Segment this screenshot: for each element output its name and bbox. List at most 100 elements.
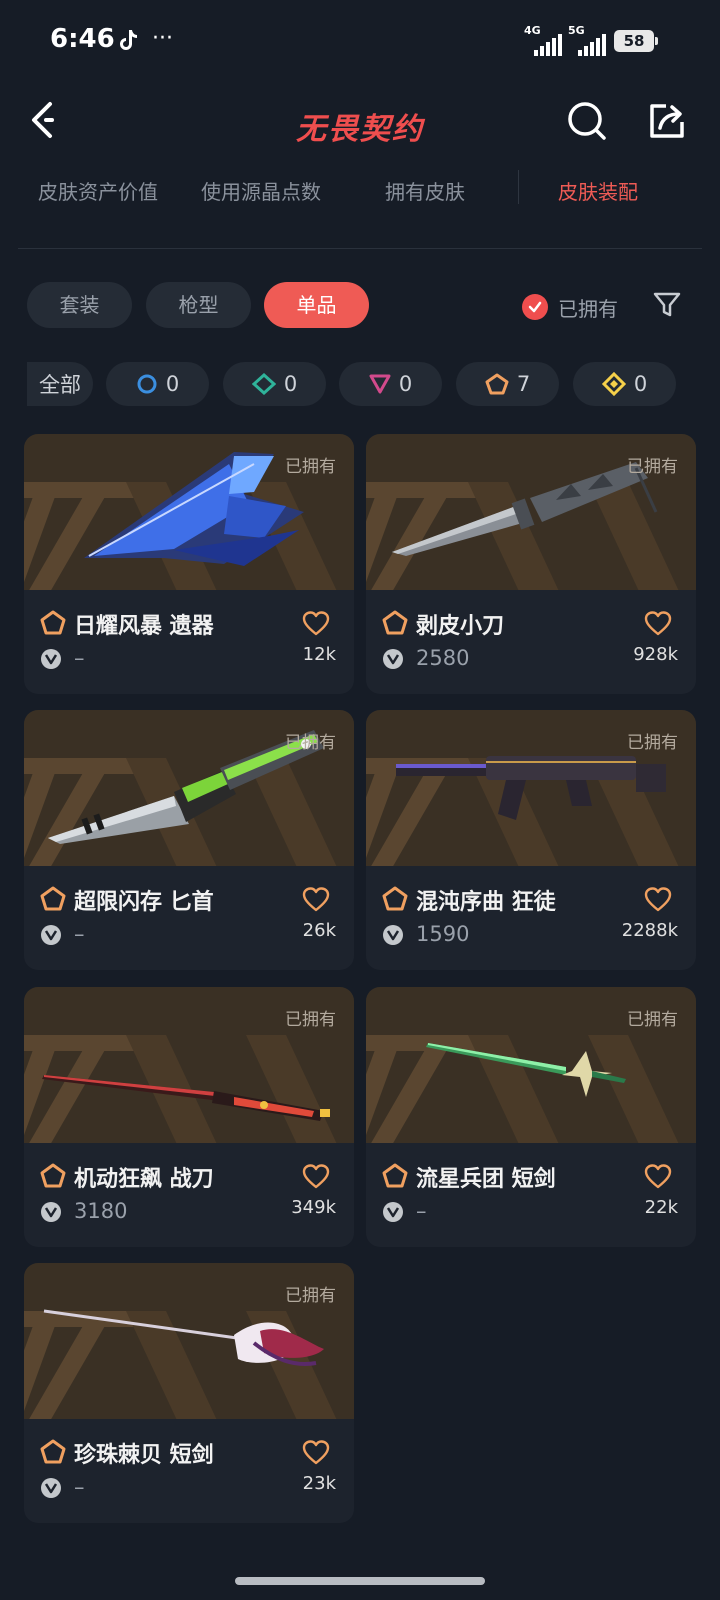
exclusive-tier-icon <box>40 610 66 635</box>
tier-count: 0 <box>283 372 298 396</box>
skin-price: – <box>74 1475 85 1499</box>
skin-price: – <box>74 922 85 946</box>
owned-label: 已拥有 <box>285 733 336 753</box>
skin-price: – <box>74 646 85 670</box>
owned-label: 已拥有 <box>627 733 678 753</box>
owned-toggle[interactable]: 已拥有 <box>522 292 618 322</box>
heart-icon[interactable] <box>302 1439 330 1467</box>
skin-card[interactable]: 已拥有 日耀风暴 遗器 – 12k <box>24 434 354 694</box>
skin-name: 混沌序曲 狂徒 <box>416 890 556 915</box>
skin-image: 已拥有 <box>24 710 354 866</box>
exclusive-tier-icon <box>382 610 408 635</box>
skin-card[interactable]: 已拥有 剥皮小刀 2580 928k <box>366 434 696 694</box>
search-icon[interactable] <box>566 100 608 142</box>
app-header: 无畏契约 <box>0 84 720 160</box>
owned-label: 已拥有 <box>285 1286 336 1306</box>
tier-all[interactable]: 全部 <box>27 362 93 406</box>
heart-icon[interactable] <box>302 1163 330 1191</box>
tier-count: 0 <box>633 372 648 396</box>
heart-icon[interactable] <box>302 610 330 638</box>
like-count: 22k <box>644 1197 678 1218</box>
exclusive-tier-icon <box>382 886 408 911</box>
owned-label: 已拥有 <box>627 457 678 477</box>
skin-image: 已拥有 <box>24 987 354 1143</box>
valorant-points-icon <box>41 1202 61 1222</box>
tier-count: 0 <box>165 372 180 396</box>
notification-dots: ··· <box>152 26 173 51</box>
skin-image: 已拥有 <box>366 710 696 866</box>
skin-name: 机动狂飙 战刀 <box>74 1167 214 1192</box>
exclusive-tier-icon <box>40 1439 66 1464</box>
tier-select[interactable]: 0 <box>106 362 209 406</box>
owned-label: 已拥有 <box>627 1010 678 1030</box>
skin-name: 超限闪存 匕首 <box>74 890 214 915</box>
deluxe-tier-icon <box>251 373 276 395</box>
ultra-tier-icon <box>601 372 626 396</box>
skin-name: 珍珠棘贝 短剑 <box>74 1443 214 1468</box>
tab-owned-skins[interactable]: 拥有皮肤 <box>385 176 465 205</box>
skin-card[interactable]: 已拥有 珍珠棘贝 短剑 – 23k <box>24 1263 354 1523</box>
skin-image: 已拥有 <box>24 1263 354 1419</box>
valorant-points-icon <box>383 925 403 945</box>
valorant-points-icon <box>41 1478 61 1498</box>
skin-price: 1590 <box>416 922 470 946</box>
exclusive-tier-icon <box>382 1163 408 1188</box>
tier-exclusive[interactable]: 7 <box>456 362 559 406</box>
filter-icon[interactable] <box>652 290 682 320</box>
skin-image: 已拥有 <box>366 434 696 590</box>
tab-radianite-points[interactable]: 使用源晶点数 <box>201 176 321 205</box>
skin-card[interactable]: 已拥有 流星兵团 短剑 – 22k <box>366 987 696 1247</box>
home-indicator[interactable] <box>235 1577 485 1585</box>
exclusive-tier-icon <box>40 886 66 911</box>
heart-icon[interactable] <box>644 1163 672 1191</box>
heart-icon[interactable] <box>644 610 672 638</box>
chip-bundle[interactable]: 套装 <box>27 282 132 328</box>
owned-label: 已拥有 <box>285 457 336 477</box>
tab-skin-loadout[interactable]: 皮肤装配 <box>558 176 638 205</box>
like-count: 26k <box>302 920 336 941</box>
skin-name: 日耀风暴 遗器 <box>74 614 214 639</box>
skin-image: 已拥有 <box>24 434 354 590</box>
skin-image: 已拥有 <box>366 987 696 1143</box>
tab-divider <box>518 170 519 204</box>
select-tier-icon <box>137 374 157 394</box>
exclusive-tier-icon <box>40 1163 66 1188</box>
skin-price: 2580 <box>416 646 470 670</box>
tier-deluxe[interactable]: 0 <box>223 362 326 406</box>
like-count: 23k <box>302 1473 336 1494</box>
skin-card[interactable]: 已拥有 机动狂飙 战刀 3180 349k <box>24 987 354 1247</box>
like-count: 12k <box>302 644 336 665</box>
tier-ultra[interactable]: 0 <box>573 362 676 406</box>
chip-weapon-type[interactable]: 枪型 <box>146 282 251 328</box>
tab-skin-asset-value[interactable]: 皮肤资产价值 <box>38 176 158 205</box>
skin-name: 流星兵团 短剑 <box>416 1167 556 1192</box>
owned-toggle-label: 已拥有 <box>558 296 618 321</box>
tier-all-label: 全部 <box>39 373 81 397</box>
tiktok-icon <box>120 30 137 50</box>
valorant-points-icon <box>383 1202 403 1222</box>
heart-icon[interactable] <box>302 886 330 914</box>
skin-card[interactable]: 已拥有 混沌序曲 狂徒 1590 2288k <box>366 710 696 970</box>
like-count: 928k <box>633 644 678 665</box>
check-icon <box>522 294 548 320</box>
heart-icon[interactable] <box>644 886 672 914</box>
skin-card[interactable]: 已拥有 超限闪存 匕首 – 26k <box>24 710 354 970</box>
tier-premium[interactable]: 0 <box>339 362 442 406</box>
skin-price: – <box>416 1199 427 1223</box>
share-icon[interactable] <box>646 100 688 142</box>
skin-price: 3180 <box>74 1199 128 1223</box>
exclusive-tier-icon <box>485 373 509 395</box>
valorant-points-icon <box>41 925 61 945</box>
premium-tier-icon <box>369 374 391 394</box>
status-bar: 6:46 ··· 4G 5G 58 <box>0 0 720 84</box>
top-tabs: 皮肤资产价值 使用源晶点数 拥有皮肤 皮肤装配 <box>18 170 702 220</box>
status-time: 6:46 <box>50 24 115 54</box>
tier-count: 7 <box>516 372 531 396</box>
owned-label: 已拥有 <box>285 1010 336 1030</box>
battery-icon: 58 <box>614 30 658 52</box>
like-count: 349k <box>291 1197 336 1218</box>
valorant-points-icon <box>383 649 403 669</box>
valorant-points-icon <box>41 649 61 669</box>
chip-single-item[interactable]: 单品 <box>264 282 369 328</box>
divider <box>18 248 702 249</box>
